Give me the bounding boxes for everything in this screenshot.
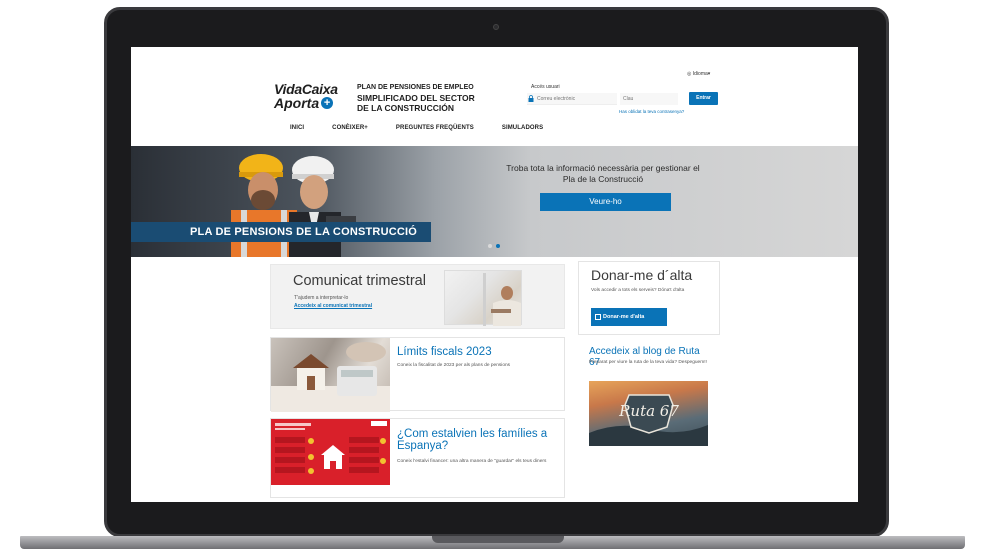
man-at-window-image xyxy=(483,273,521,326)
caret-down-icon: ▾ xyxy=(707,71,711,77)
signup-button[interactable]: Donar-me d'alta xyxy=(591,308,667,326)
families-infographic xyxy=(271,419,390,485)
language-selector[interactable]: ◎ Idioma▾ xyxy=(687,71,710,77)
nav-item-inici[interactable]: INICI xyxy=(290,125,304,131)
hero-title: PLA DE PENSIONS DE LA CONSTRUCCIÓ xyxy=(190,226,418,238)
signup-card: Donar-me d´alta Vols accedir a tots els … xyxy=(578,261,720,335)
families-title: ¿Com estalvien les famílies a Espanya? xyxy=(397,428,548,452)
tax-limits-subtitle: Coneix la fiscalitat de 2023 per als pla… xyxy=(397,363,511,368)
tax-limits-title: Límits fiscals 2023 xyxy=(397,346,492,358)
signup-title: Donar-me d´alta xyxy=(591,267,693,283)
plan-title-line1: PLAN DE PENSIONES DE EMPLEO xyxy=(357,84,474,91)
comunicat-title: Comunicat trimestral xyxy=(293,273,426,289)
plan-title: PLAN DE PENSIONES DE EMPLEO SIMPLIFICADO… xyxy=(357,83,477,113)
logo-aporta: Aporta xyxy=(274,95,320,111)
signup-subtitle: Vols accedir a tots els serveis? Dóna't … xyxy=(591,288,685,293)
logo-line1: VidaCaixa xyxy=(274,81,338,97)
laptop-base-notch xyxy=(432,536,564,543)
logo-line2: Aporta + xyxy=(274,96,346,110)
infographic-image xyxy=(275,421,387,474)
comunicat-subtitle: T'ajudem a interpretar-lo xyxy=(294,295,349,301)
password-field[interactable] xyxy=(620,93,678,105)
laptop-mockup: VidaCaixa Aporta + PLAN DE PENSIONES DE … xyxy=(0,0,985,549)
user-icon xyxy=(595,314,601,320)
carousel-dot-2[interactable] xyxy=(496,244,500,248)
families-card[interactable]: ¿Com estalvien les famílies a Espanya? C… xyxy=(270,418,565,498)
lock-icon xyxy=(528,95,534,102)
camera-icon xyxy=(493,24,499,30)
tax-limits-image xyxy=(271,338,390,412)
hero-cta-button[interactable]: Veure-ho xyxy=(540,193,671,211)
comunicat-image xyxy=(444,270,522,326)
ruta67-sign-image: Ruta 67 xyxy=(589,394,708,446)
comunicat-link[interactable]: Accedeix al comunicat trimestral xyxy=(294,303,372,309)
ruta67-image[interactable]: Ruta 67 xyxy=(589,381,708,446)
nav-item-coneixer[interactable]: CONÈIXER+ xyxy=(332,125,368,131)
browser-screen: VidaCaixa Aporta + PLAN DE PENSIONES DE … xyxy=(131,47,858,502)
plus-icon: + xyxy=(321,97,334,109)
main-nav: INICI CONÈIXER+ PREGUNTES FREQÜENTS SIMU… xyxy=(290,125,571,131)
signup-button-label: Donar-me d'alta xyxy=(603,314,645,320)
tax-limits-card[interactable]: Límits fiscals 2023 Coneix la fiscalitat… xyxy=(270,337,565,412)
nav-item-preguntes[interactable]: PREGUNTES FREQÜENTS xyxy=(396,125,474,131)
hero-banner: PLA DE PENSIONS DE LA CONSTRUCCIÓ Troba … xyxy=(131,146,858,257)
hero-description: Troba tota la informació necessària per … xyxy=(506,163,700,184)
user-access-label: Accés usuari xyxy=(531,84,560,90)
email-field[interactable] xyxy=(527,93,617,105)
plan-title-line2: SIMPLIFICADO DEL SECTOR xyxy=(357,93,475,103)
forgot-password-link[interactable]: Has oblidat la teva contrasenya? xyxy=(619,109,684,114)
plan-title-line3: DE LA CONSTRUCCIÓN xyxy=(357,103,454,113)
enter-button[interactable]: Entrar xyxy=(689,92,718,105)
families-subtitle: Coneix l'estalvi financer: una altra man… xyxy=(397,459,547,464)
ruta67-image-text: Ruta 67 xyxy=(618,402,679,420)
carousel-dot-1[interactable] xyxy=(488,244,492,248)
language-label: Idioma xyxy=(692,71,708,77)
vidacaixa-logo[interactable]: VidaCaixa Aporta + xyxy=(274,82,346,110)
blog-subtitle: Preparat per viure la ruta de la teva vi… xyxy=(589,360,707,365)
comunicat-card[interactable]: Comunicat trimestral T'ajudem a interpre… xyxy=(270,264,565,329)
nav-item-simuladors[interactable]: SIMULADORS xyxy=(502,125,543,131)
house-calculator-image xyxy=(271,342,390,412)
